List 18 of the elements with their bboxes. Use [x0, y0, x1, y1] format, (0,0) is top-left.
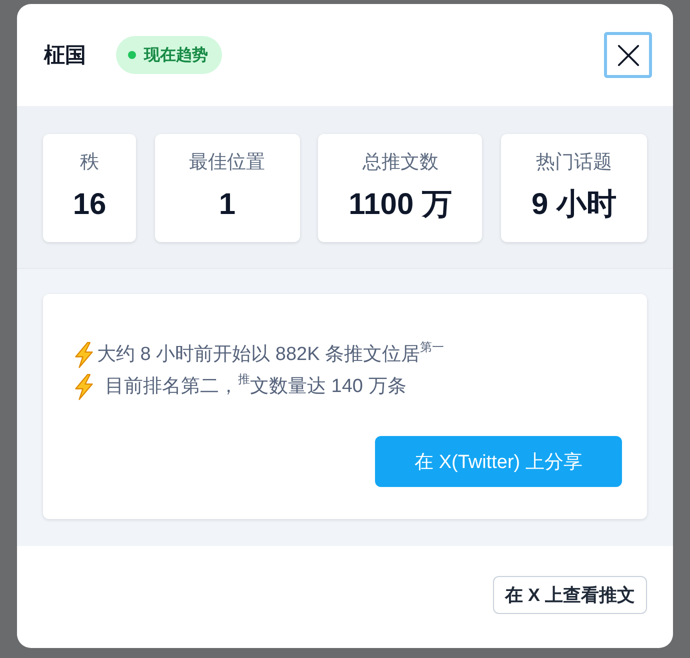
lightning-icon — [73, 374, 95, 400]
highlight-text: 大约 8 小时前开始以 882K 条推文位居$^{第一}$ — [97, 342, 444, 367]
stat-label: 总推文数 — [362, 151, 438, 175]
stat-value: 9 小时 — [531, 187, 616, 223]
stat-value: 1 — [218, 187, 236, 223]
highlight-text: 目前排名第二，$^{推}$文数量达 140 万条 — [105, 374, 406, 399]
stat-value: 16 — [72, 187, 106, 223]
view-posts-button[interactable]: 在 X 上查看推文 — [492, 576, 647, 614]
badge-label: 现在趋势 — [144, 45, 208, 66]
close-icon — [618, 44, 638, 66]
close-button[interactable] — [604, 32, 652, 78]
stat-label: 秩 — [80, 151, 99, 175]
lightning-icon — [73, 342, 95, 368]
dialog-title: 柾国 — [44, 43, 86, 69]
stat-label: 热门话题 — [536, 151, 612, 175]
status-dot-icon — [128, 51, 136, 59]
stat-label: 最佳位置 — [189, 151, 266, 175]
stat-value: 1100 万 — [348, 187, 452, 223]
